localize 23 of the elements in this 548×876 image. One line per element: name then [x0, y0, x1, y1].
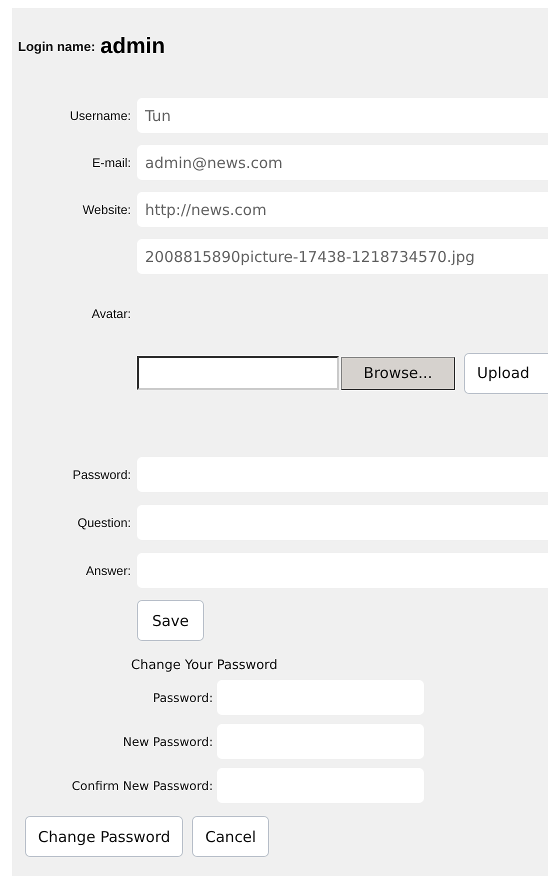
save-button[interactable]: Save — [137, 600, 204, 641]
field-label: New Password: — [122, 734, 213, 748]
field-label: Answer: — [86, 564, 131, 578]
login-label: Login name: — [18, 38, 96, 54]
form-button[interactable]: Cancel — [192, 816, 270, 857]
browse-button[interactable]: Browse... — [341, 356, 455, 390]
file-field[interactable] — [137, 356, 339, 390]
input-field[interactable]: http://news.com — [137, 192, 548, 227]
section-title: Change Your Password — [131, 658, 278, 673]
login-name: admin — [100, 33, 166, 59]
field-label: Username: — [70, 108, 131, 122]
input-field[interactable]: admin@news.com — [137, 145, 548, 180]
field-label: Avatar: — [92, 307, 131, 321]
upload-button[interactable]: Upload — [464, 352, 548, 394]
input-field[interactable]: Tun — [137, 98, 548, 133]
field-label: Website: — [82, 202, 131, 216]
input-field[interactable]: 2008815890picture-17438-1218734570.jpg — [137, 239, 548, 274]
field-label: Password: — [72, 468, 131, 482]
field-label: Question: — [77, 516, 131, 530]
form-button[interactable]: Change Password — [25, 816, 184, 857]
field-label: Password: — [152, 690, 213, 704]
field-label: Confirm New Password: — [72, 778, 213, 792]
field-label: E-mail: — [92, 156, 131, 170]
